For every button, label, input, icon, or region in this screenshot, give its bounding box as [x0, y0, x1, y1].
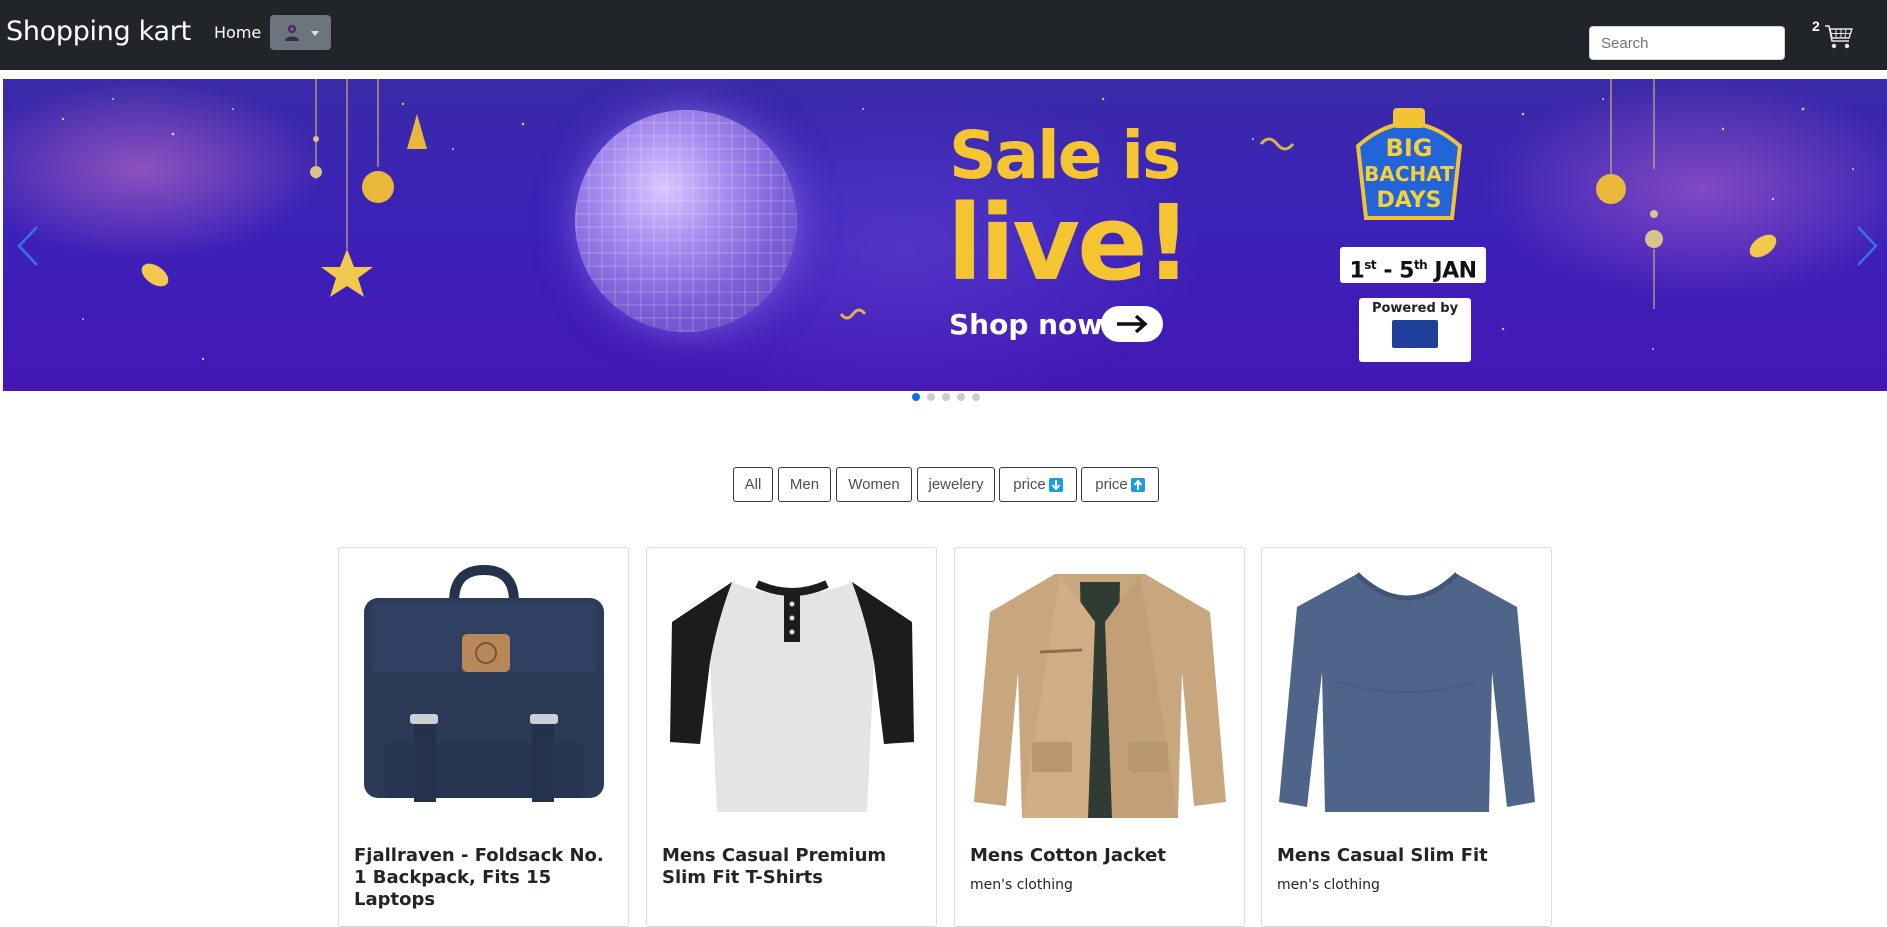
- product-title: Mens Cotton Jacket: [970, 845, 1166, 866]
- person-icon: [285, 25, 299, 41]
- banner-carousel[interactable]: Sale is live! Shop now BIG BACHAT DAYS 1…: [3, 79, 1887, 391]
- product-image-longsleeve: [1279, 572, 1535, 812]
- filter-label: All: [744, 476, 762, 493]
- sale-dates: 1st - 5th JAN: [1340, 247, 1486, 283]
- arrow-down-icon: [1048, 477, 1063, 492]
- arrow-up-icon: [1130, 477, 1145, 492]
- product-image-backpack: [364, 564, 604, 802]
- ornaments-decoration: [141, 79, 1777, 320]
- carousel-next-icon[interactable]: [1854, 224, 1880, 268]
- product-category: men's clothing: [1277, 877, 1380, 893]
- filter-label: Men: [789, 476, 820, 493]
- shop-now-label[interactable]: Shop now: [949, 308, 1103, 341]
- sort-price-desc-button[interactable]: price: [999, 467, 1077, 502]
- product-image-jacket: [974, 574, 1226, 818]
- filter-men-button[interactable]: Men: [778, 467, 831, 502]
- product-card[interactable]: Mens Casual Slim Fit men's clothing: [1261, 547, 1552, 927]
- chevron-down-icon: [311, 31, 319, 36]
- carousel-prev-icon[interactable]: [15, 224, 41, 268]
- sponsor-logo: [1392, 320, 1438, 348]
- filter-label: price: [1013, 476, 1046, 493]
- powered-by-label: Powered by: [1371, 301, 1459, 316]
- svg-text:BACHAT: BACHAT: [1364, 162, 1454, 186]
- brand-title[interactable]: Shopping kart: [6, 16, 191, 47]
- carousel-indicator-1[interactable]: [912, 393, 920, 401]
- filter-label: price: [1095, 476, 1128, 493]
- arrow-right-icon: [1117, 314, 1148, 334]
- carousel-indicator-4[interactable]: [957, 393, 965, 401]
- sort-price-asc-button[interactable]: price: [1081, 467, 1159, 502]
- disco-ball-image: [575, 110, 797, 332]
- nav-home-link[interactable]: Home: [214, 23, 261, 42]
- top-navbar: Shopping kart Home 2: [0, 0, 1887, 70]
- filter-label: jewelery: [928, 476, 984, 493]
- product-image-tshirt: [670, 580, 914, 812]
- banner-headline-2: live!: [947, 182, 1192, 304]
- svg-text:DAYS: DAYS: [1377, 188, 1442, 213]
- product-card[interactable]: Mens Cotton Jacket men's clothing: [954, 547, 1245, 927]
- banner-headline-1: Sale is: [949, 117, 1181, 194]
- cart-count-badge: 2: [1812, 18, 1820, 34]
- search-input[interactable]: [1589, 26, 1785, 60]
- big-bachat-days-badge: BIG BACHAT DAYS: [1355, 108, 1463, 220]
- filter-jewelery-button[interactable]: jewelery: [917, 467, 995, 502]
- filter-label: Women: [848, 476, 900, 493]
- shop-now-arrow-button[interactable]: [1101, 306, 1163, 342]
- product-title: Fjallraven - Foldsack No. 1 Backpack, Fi…: [354, 845, 604, 910]
- filter-all-button[interactable]: All: [733, 467, 773, 502]
- product-category: men's clothing: [970, 877, 1073, 893]
- shopping-cart-icon[interactable]: [1824, 24, 1854, 50]
- carousel-indicator-5[interactable]: [972, 393, 980, 401]
- product-title: Mens Casual Slim Fit: [1277, 845, 1488, 866]
- powered-by-box: Powered by: [1359, 298, 1471, 362]
- svg-text:BIG: BIG: [1386, 134, 1433, 162]
- carousel-indicator-2[interactable]: [927, 393, 935, 401]
- product-card[interactable]: Fjallraven - Foldsack No. 1 Backpack, Fi…: [338, 547, 629, 927]
- product-title: Mens Casual Premium Slim Fit T-Shirts: [662, 845, 887, 888]
- user-dropdown-button[interactable]: [270, 15, 331, 50]
- carousel-indicator-3[interactable]: [942, 393, 950, 401]
- filter-women-button[interactable]: Women: [836, 467, 912, 502]
- product-card[interactable]: Mens Casual Premium Slim Fit T-Shirts: [646, 547, 937, 927]
